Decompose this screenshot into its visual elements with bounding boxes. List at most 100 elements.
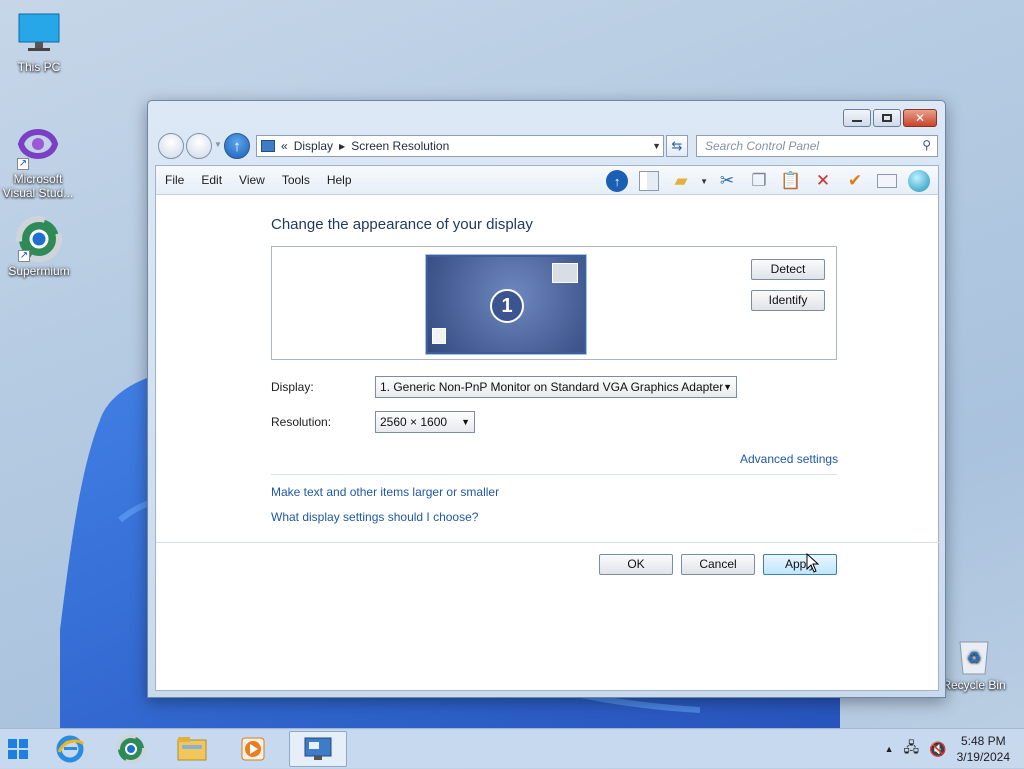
media-player-icon — [241, 737, 265, 761]
desktop-icon-recycle-bin[interactable]: ♻ Recycle Bin — [936, 636, 1012, 692]
resolution-label: Resolution: — [271, 415, 332, 429]
window-controls: ✕ — [843, 109, 937, 127]
search-input[interactable]: Search Control Panel ⚲ — [696, 135, 938, 157]
advanced-settings-link[interactable]: Advanced settings — [740, 452, 838, 466]
window-thumbnail-icon — [432, 328, 446, 344]
clock-time: 5:48 PM — [960, 734, 1006, 748]
display-settings-help-link[interactable]: What display settings should I choose? — [271, 510, 478, 524]
menu-tools[interactable]: Tools — [282, 173, 310, 187]
taskbar-file-explorer[interactable] — [166, 731, 218, 767]
monitor-icon — [16, 12, 62, 58]
monitor-1-thumbnail[interactable]: 1 — [426, 255, 586, 354]
folder-check-icon[interactable]: ▰ — [668, 169, 694, 193]
control-panel-icon — [261, 140, 275, 152]
search-icon[interactable]: ⚲ — [922, 138, 931, 152]
delete-icon[interactable]: ✕ — [810, 169, 836, 193]
clock-date: 3/19/2024 — [956, 750, 1010, 764]
show-hidden-icons-icon[interactable]: ▲ — [885, 744, 894, 754]
breadcrumb-chevrons: « — [281, 139, 288, 153]
views-dropdown-icon[interactable]: ▼ — [700, 177, 708, 186]
close-icon: ✕ — [914, 111, 926, 125]
navigation-bar: ▼ ↑ « Display ▶ Screen Resolution ▼ ⇆ Se… — [156, 131, 938, 161]
search-placeholder: Search Control Panel — [705, 139, 820, 153]
checkmark-icon[interactable]: ✔ — [842, 169, 868, 193]
apply-button[interactable]: Apply — [763, 554, 837, 575]
resolution-select[interactable]: 2560 × 1600 ▼ — [375, 411, 475, 433]
recycle-bin-icon: ♻ — [956, 636, 992, 676]
menu-view[interactable]: View — [239, 173, 265, 187]
panes-icon[interactable] — [636, 169, 662, 193]
address-bar[interactable]: « Display ▶ Screen Resolution ▼ — [256, 135, 664, 157]
properties-icon[interactable] — [874, 169, 900, 193]
copy-icon[interactable]: ❐ — [746, 169, 772, 193]
display-label: Display: — [271, 380, 314, 394]
desktop-icon-label: Microsoft Visual Stud... — [2, 172, 74, 200]
resolution-select-value: 2560 × 1600 — [380, 415, 448, 429]
screen-resolution-window: ✕ ▼ ↑ « Display ▶ Screen Resolution ▼ ⇆ … — [147, 100, 946, 698]
clock[interactable]: 5:48 PM 3/19/2024 — [957, 733, 1010, 765]
window-thumbnail-icon — [552, 263, 578, 283]
control-panel-display-icon — [304, 737, 332, 760]
maximize-icon — [882, 114, 892, 122]
forward-button[interactable] — [186, 133, 212, 159]
make-text-larger-link[interactable]: Make text and other items larger or smal… — [271, 485, 499, 499]
menu-help[interactable]: Help — [327, 173, 352, 187]
page-title: Change the appearance of your display — [271, 216, 533, 233]
ok-button[interactable]: OK — [599, 554, 673, 575]
up-arrow-icon: ↑ — [233, 137, 241, 155]
display-select[interactable]: 1. Generic Non-PnP Monitor on Standard V… — [375, 376, 737, 398]
identify-button[interactable]: Identify — [751, 290, 825, 311]
refresh-icon: ⇆ — [671, 138, 683, 153]
cut-icon[interactable]: ✂ — [714, 169, 740, 193]
shortcut-arrow-icon: ↗ — [18, 250, 30, 262]
desktop-icon-this-pc[interactable]: This PC — [1, 12, 77, 74]
breadcrumb-separator-icon: ▶ — [339, 141, 346, 151]
maximize-button[interactable] — [873, 109, 901, 127]
minimize-button[interactable] — [843, 109, 871, 127]
system-tray: ▲ 🖧 🔇 5:48 PM 3/19/2024 — [885, 729, 1010, 769]
up-arrow-icon[interactable]: ↑ — [604, 169, 630, 193]
menu-file[interactable]: File — [165, 173, 184, 187]
desktop-icon-supermium[interactable]: ↗ Supermium — [1, 216, 77, 278]
start-button[interactable] — [0, 731, 36, 767]
refresh-button[interactable]: ⇆ — [666, 135, 688, 157]
mouse-cursor-icon — [806, 553, 820, 573]
supermium-icon — [116, 734, 146, 764]
address-dropdown-icon[interactable]: ▼ — [652, 141, 661, 151]
taskbar-internet-explorer[interactable] — [44, 731, 96, 767]
menu-edit[interactable]: Edit — [201, 173, 222, 187]
desktop-icon-label: Recycle Bin — [942, 678, 1006, 692]
taskbar-media-player[interactable] — [227, 731, 279, 767]
detect-button[interactable]: Detect — [751, 259, 825, 280]
breadcrumb-display[interactable]: Display — [294, 139, 333, 153]
back-button[interactable] — [158, 133, 184, 159]
close-button[interactable]: ✕ — [903, 109, 937, 127]
monitor-number: 1 — [490, 289, 524, 323]
taskbar-screen-resolution[interactable] — [289, 731, 347, 767]
toolbar: ↑ ▰ ▼ ✂ ❐ 📋 ✕ ✔ — [604, 169, 932, 193]
history-dropdown-icon[interactable]: ▼ — [214, 140, 222, 149]
dropdown-arrow-icon: ▼ — [723, 382, 732, 392]
internet-explorer-icon — [56, 735, 85, 763]
desktop-icon-label: This PC — [17, 60, 61, 74]
supermium-icon: ↗ — [16, 216, 62, 262]
shortcut-arrow-icon: ↗ — [17, 158, 29, 170]
desktop-icon-label: Supermium — [8, 264, 70, 278]
volume-muted-icon[interactable]: 🔇 — [929, 741, 946, 758]
globe-icon[interactable] — [906, 169, 932, 193]
taskbar-supermium[interactable] — [105, 731, 157, 767]
network-icon[interactable]: 🖧 — [904, 737, 920, 761]
breadcrumb-screen-resolution[interactable]: Screen Resolution — [351, 139, 449, 153]
cancel-button[interactable]: Cancel — [681, 554, 755, 575]
display-select-value: 1. Generic Non-PnP Monitor on Standard V… — [380, 380, 724, 394]
windows-logo-icon — [8, 739, 28, 759]
paste-icon[interactable]: 📋 — [778, 169, 804, 193]
taskbar: ▲ 🖧 🔇 5:48 PM 3/19/2024 — [0, 728, 1024, 768]
desktop-icon-visual-studio[interactable]: ↗ Microsoft Visual Stud... — [0, 124, 76, 200]
visual-studio-icon: ↗ — [15, 124, 61, 170]
folder-icon — [177, 737, 207, 761]
up-button[interactable]: ↑ — [224, 133, 250, 159]
minimize-icon — [852, 120, 862, 122]
menu-bar: File Edit View Tools Help ↑ ▰ ▼ ✂ ❐ 📋 ✕ … — [156, 166, 938, 195]
content-pane: File Edit View Tools Help ↑ ▰ ▼ ✂ ❐ 📋 ✕ … — [155, 165, 940, 691]
